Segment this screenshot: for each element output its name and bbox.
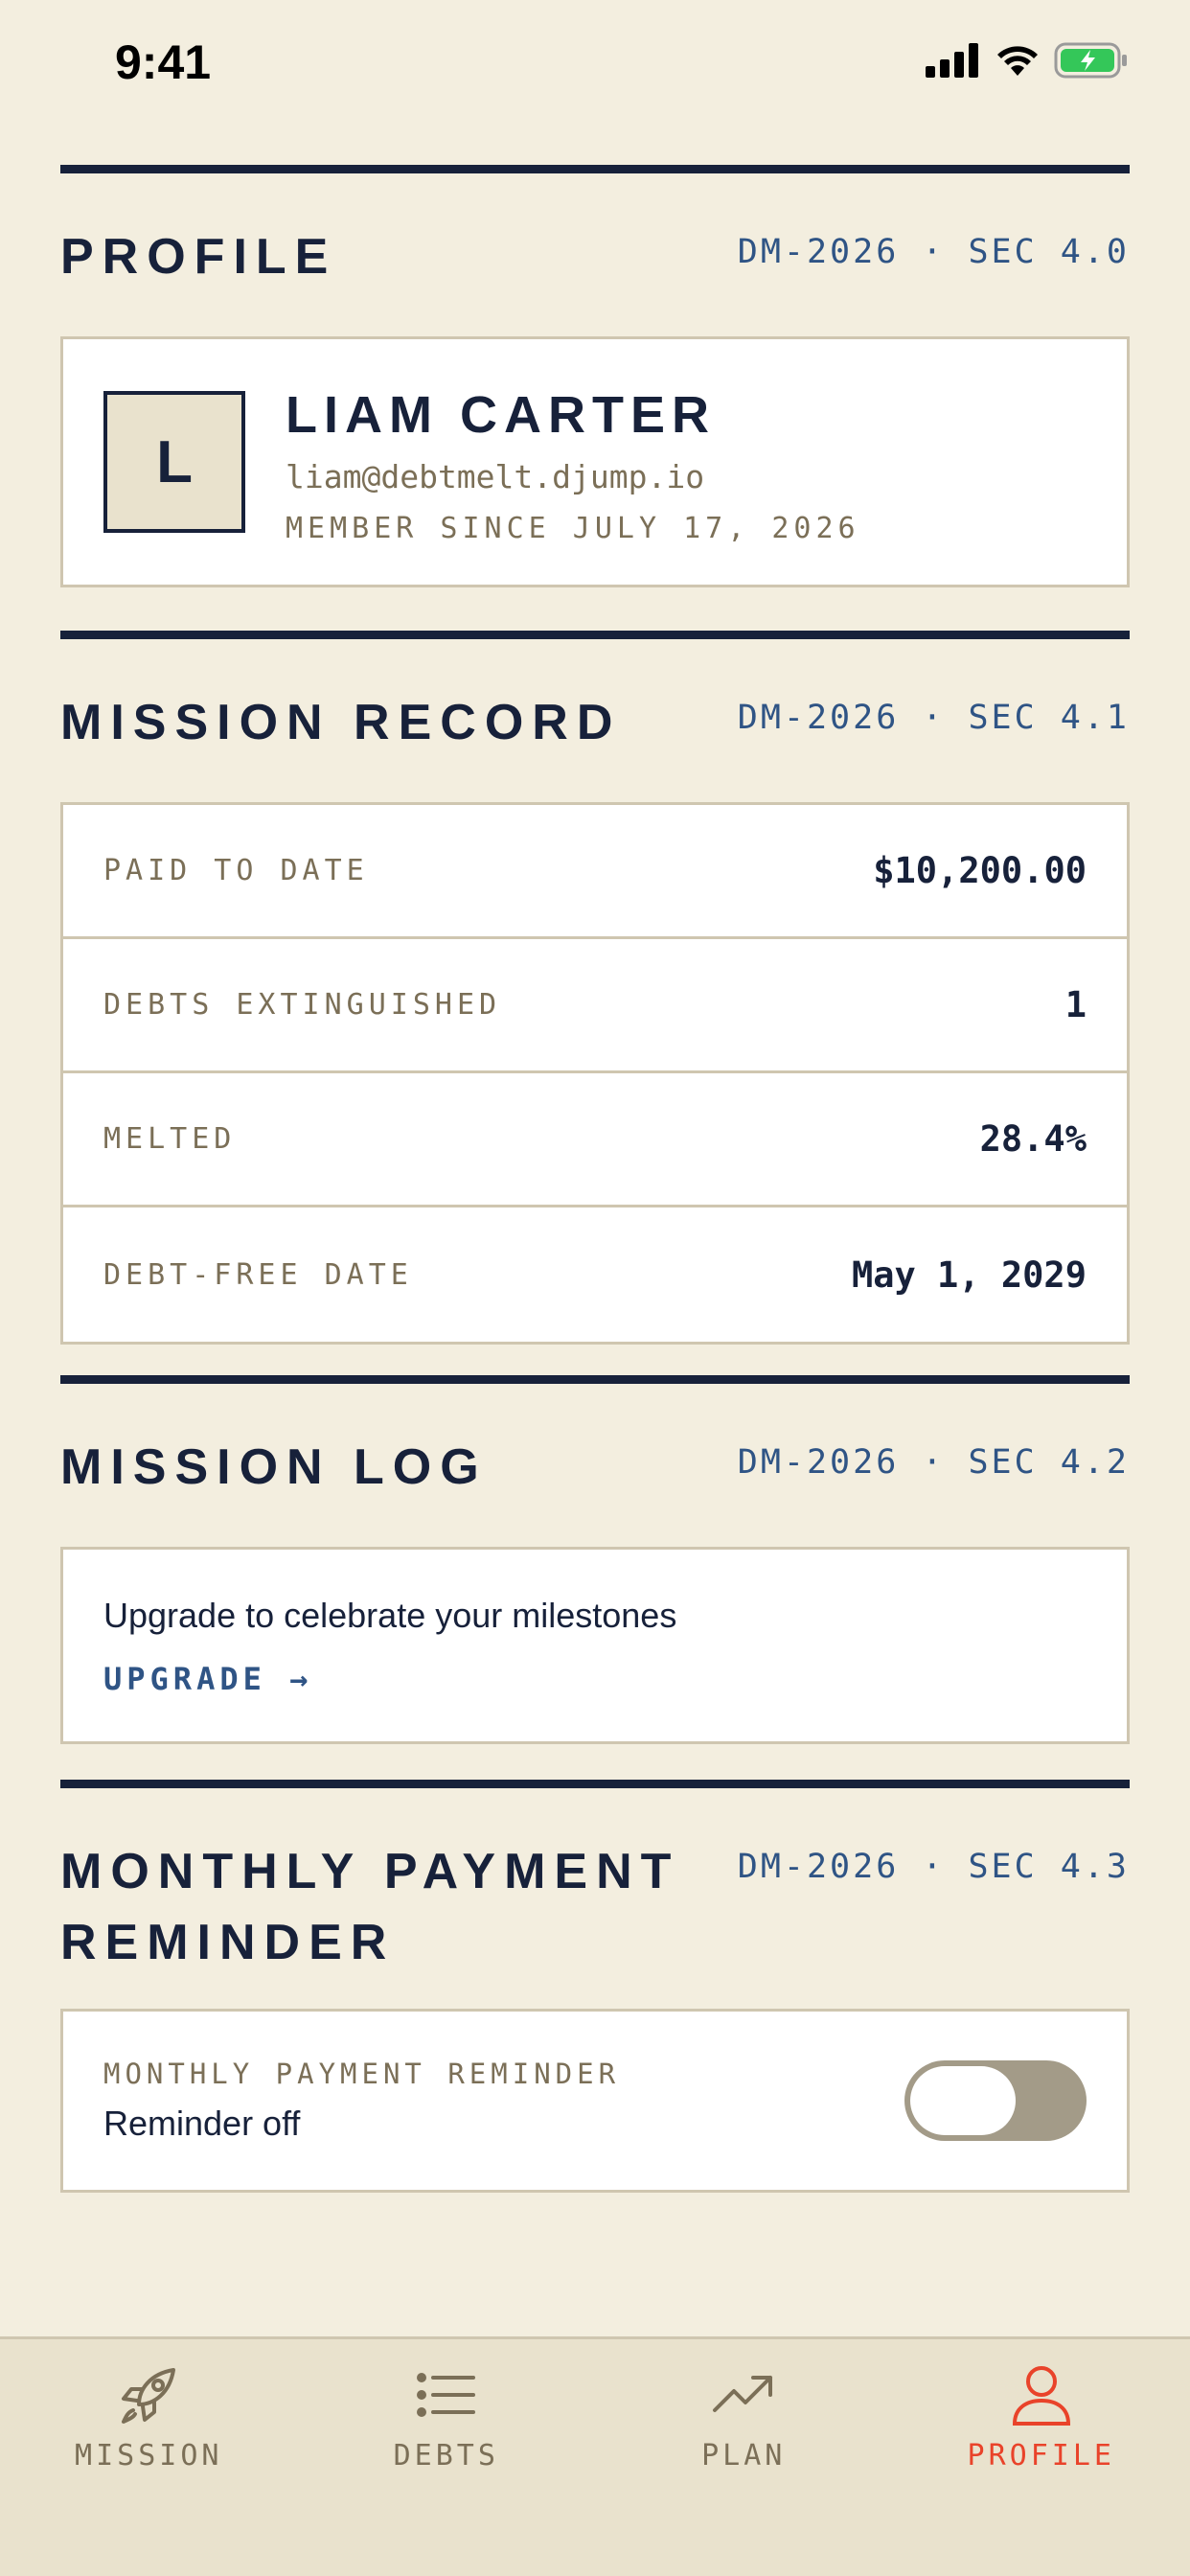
section-divider: [60, 1780, 1130, 1788]
section-header: MISSION LOG DM-2026 · SEC 4.2: [60, 1432, 1130, 1503]
profile-email: liam@debtmelt.djump.io: [286, 458, 705, 495]
stat-label: DEBT-FREE DATE: [103, 1257, 413, 1292]
reminder-state: Reminder off: [103, 2104, 301, 2143]
avatar: L: [103, 391, 245, 533]
tab-plan[interactable]: PLAN: [595, 2339, 893, 2576]
stat-value: May 1, 2029: [851, 1254, 1087, 1296]
section-title: MONTHLY PAYMENT REMINDER: [60, 1844, 680, 1970]
trend-up-icon: [713, 2376, 773, 2412]
profile-name: LIAM CARTER: [286, 386, 716, 444]
stat-label: DEBTS EXTINGUISHED: [103, 988, 502, 1022]
tab-profile[interactable]: PROFILE: [893, 2339, 1190, 2576]
status-bar: 9:41: [0, 0, 1190, 129]
reminder-text-group: MONTHLY PAYMENT REMINDER Reminder off: [103, 2058, 620, 2144]
user-icon: [1012, 2366, 1070, 2426]
section-code: DM-2026 · SEC 4.3: [737, 1848, 1130, 1886]
tab-label: MISSION: [75, 2439, 223, 2472]
reminder-toggle[interactable]: [904, 2060, 1087, 2141]
mission-record-section: MISSION RECORD DM-2026 · SEC 4.1 PAID TO…: [60, 631, 1130, 1345]
reminder-card: MONTHLY PAYMENT REMINDER Reminder off: [60, 2009, 1130, 2193]
tab-debts[interactable]: DEBTS: [298, 2339, 596, 2576]
upgrade-message: Upgrade to celebrate your milestones: [103, 1596, 677, 1635]
stat-row-paid: PAID TO DATE $10,200.00: [63, 805, 1127, 939]
mission-log-section: MISSION LOG DM-2026 · SEC 4.2 Upgrade to…: [60, 1375, 1130, 1744]
status-icons: [926, 42, 1129, 79]
stat-value: 1: [1064, 984, 1087, 1025]
section-title: MISSION LOG: [60, 1439, 488, 1495]
section-divider: [60, 1375, 1130, 1384]
section-header: PROFILE DM-2026 · SEC 4.0: [60, 221, 1130, 292]
stat-value: $10,200.00: [873, 850, 1087, 891]
reminder-section: MONTHLY PAYMENT REMINDER DM-2026 · SEC 4…: [60, 1780, 1130, 2193]
mission-log-card: Upgrade to celebrate your milestones UPG…: [60, 1547, 1130, 1744]
reminder-label: MONTHLY PAYMENT REMINDER: [103, 2058, 621, 2090]
section-code: DM-2026 · SEC 4.2: [737, 1443, 1130, 1482]
section-header: MISSION RECORD DM-2026 · SEC 4.1: [60, 687, 1130, 758]
rocket-icon: [122, 2368, 176, 2424]
stat-label: MELTED: [103, 1122, 237, 1156]
battery-charging-icon: [1054, 42, 1127, 79]
tab-label: PLAN: [701, 2439, 787, 2472]
tab-bar: MISSION DEBTS PLAN PROFILE: [0, 2336, 1190, 2576]
upgrade-link[interactable]: UPGRADE →: [103, 1661, 312, 1697]
section-divider: [60, 165, 1130, 173]
section-code: DM-2026 · SEC 4.1: [737, 699, 1130, 737]
section-title: PROFILE: [60, 229, 337, 285]
tab-label: PROFILE: [967, 2439, 1115, 2472]
mission-record-card: PAID TO DATE $10,200.00 DEBTS EXTINGUISH…: [60, 802, 1130, 1345]
stat-label: PAID TO DATE: [103, 854, 369, 887]
profile-card: L LIAM CARTER liam@debtmelt.djump.io MEM…: [60, 336, 1130, 587]
stat-value: 28.4%: [979, 1118, 1087, 1160]
wifi-icon: [997, 46, 1038, 76]
stat-row-extinguished: DEBTS EXTINGUISHED 1: [63, 939, 1127, 1073]
toggle-knob: [910, 2066, 1016, 2135]
profile-section: PROFILE DM-2026 · SEC 4.0 L LIAM CARTER …: [60, 165, 1130, 587]
list-icon: [416, 2373, 475, 2417]
tab-mission[interactable]: MISSION: [0, 2339, 298, 2576]
status-time: 9:41: [115, 35, 212, 89]
stat-row-debt-free-date: DEBT-FREE DATE May 1, 2029: [63, 1208, 1127, 1342]
stat-row-melted: MELTED 28.4%: [63, 1073, 1127, 1208]
tab-label: DEBTS: [393, 2439, 499, 2472]
member-since: MEMBER SINCE JULY 17, 2026: [286, 512, 860, 545]
section-code: DM-2026 · SEC 4.0: [737, 233, 1130, 271]
cellular-signal-icon: [926, 43, 978, 78]
section-title: MISSION RECORD: [60, 695, 622, 750]
section-header: MONTHLY PAYMENT REMINDER DM-2026 · SEC 4…: [60, 1836, 1130, 1978]
section-divider: [60, 631, 1130, 639]
